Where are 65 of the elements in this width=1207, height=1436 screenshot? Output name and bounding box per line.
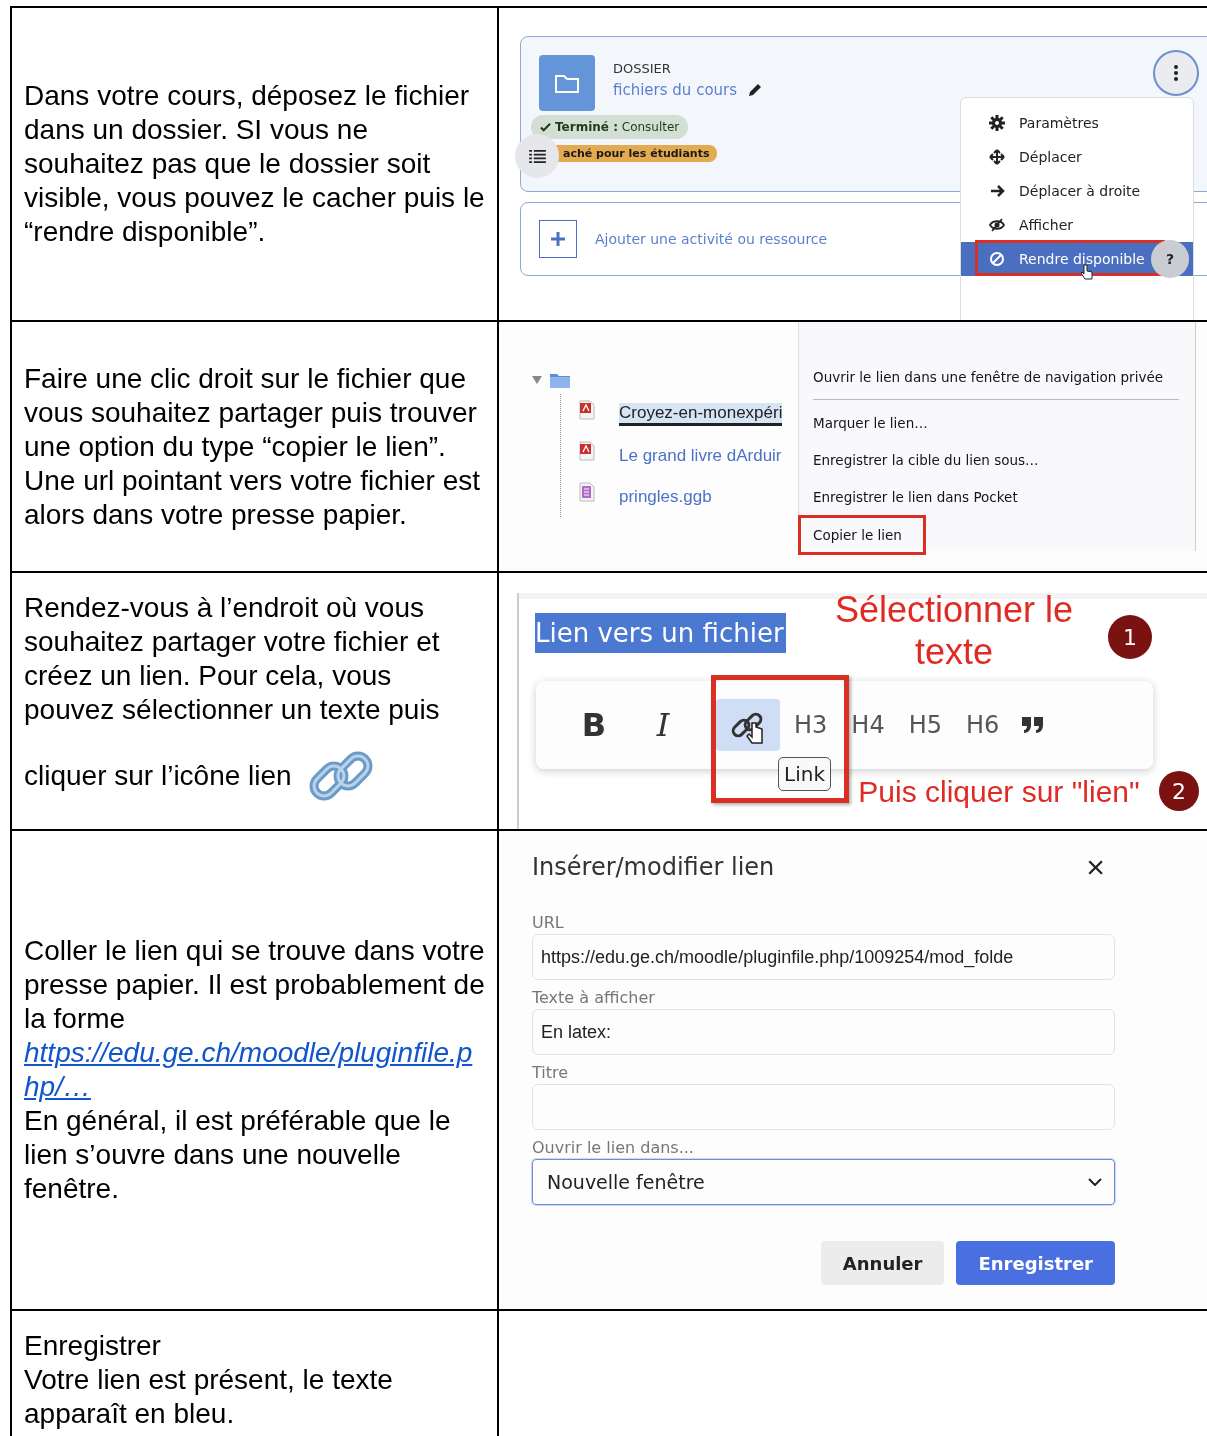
field-label: Texte à afficher — [532, 988, 656, 1007]
collapse-arrow-icon[interactable] — [532, 376, 542, 384]
file-link[interactable]: Croyez-en-monexpéri — [619, 403, 783, 426]
arrow-right-icon — [989, 183, 1005, 199]
folder-icon — [539, 55, 595, 111]
context-menu-item[interactable]: Marquer le lien… — [813, 404, 1195, 441]
instruction-text: cliquer sur l’icône lien — [24, 759, 292, 793]
select-field[interactable]: Nouvelle fenêtre — [532, 1159, 1115, 1205]
dialog-title: Insérer/modifier lien — [532, 853, 775, 881]
instruction-text: Votre lien est présent, le texte apparaît en bleu. — [24, 1363, 394, 1431]
heading-button[interactable]: H6 — [956, 699, 1010, 751]
context-menu-item[interactable]: Enregistrer la cible du lien sous… — [813, 441, 1195, 478]
instruction-text: Rendez-vous à l’endroit où vous souhaitez partager votre fichier et créez un lien. Pour cela, vous pouvez sélectionner un texte puis — [24, 591, 441, 727]
vertical-dots-icon — [1174, 65, 1178, 81]
input-field[interactable] — [532, 1084, 1115, 1130]
move-arrows-icon — [989, 149, 1005, 165]
folder-icon — [550, 372, 570, 388]
activity-type: DOSSIER — [613, 61, 672, 76]
step-number: 2 — [1159, 771, 1199, 811]
annotation-text: Sélectionner le texte — [833, 589, 1075, 673]
field-label: Titre — [532, 1063, 570, 1082]
input-field[interactable]: En latex: — [532, 1009, 1115, 1055]
instruction-text: Dans votre cours, déposez le fichier dans un dossier. SI vous ne souhaitez pas que le dossier soit visible, vous pouvez le cacher puis le “rendre disponible”. — [24, 79, 485, 249]
italic-button[interactable]: I — [628, 699, 698, 751]
file-link[interactable]: Le grand livre dArduir — [619, 445, 782, 466]
cancel-button[interactable]: Annuler — [820, 1241, 945, 1285]
plus-icon — [539, 220, 577, 258]
menu-item[interactable]: Afficher — [961, 208, 1193, 242]
heading-button[interactable]: H5 — [898, 699, 952, 751]
activity-name-link[interactable]: fichiers du cours — [613, 81, 738, 99]
selected-text: Lien vers un fichier — [535, 613, 786, 653]
instruction-text: Coller le lien qui se trouve dans votre presse papier. Il est probablement de la forme — [24, 934, 485, 1036]
save-button[interactable]: Enregistrer — [956, 1241, 1115, 1285]
chevron-down-icon — [1088, 1178, 1102, 1186]
context-menu-item[interactable]: Enregistrer le lien dans Pocket — [813, 478, 1195, 515]
pencil-icon[interactable] — [747, 82, 764, 98]
instruction-text: Enregistrer — [24, 1329, 162, 1363]
gear-icon — [989, 115, 1005, 131]
input-field[interactable]: https://edu.ge.ch/moodle/pluginfile.php/1009254/mod_folde — [532, 934, 1115, 980]
menu-item[interactable]: Paramètres — [961, 106, 1193, 140]
quote-icon — [1021, 716, 1046, 734]
bold-button[interactable]: B — [564, 699, 624, 751]
close-button[interactable]: × — [1076, 851, 1115, 883]
heading-button[interactable]: H4 — [841, 699, 895, 751]
list-icon — [528, 149, 546, 163]
url-link[interactable]: https://edu.ge.ch/moodle/pluginfile.php/… — [24, 1036, 485, 1104]
pdf-file-icon — [577, 399, 595, 420]
annotation-text: Puis cliquer sur "lien" — [857, 775, 1141, 809]
file-icon — [577, 481, 595, 502]
instruction-text: Faire une clic droit sur le fichier que vous souhaitez partager puis trouver une option du type “copier le lien”. Une url pointant vers votre fichier est alors dans votre presse papier. — [24, 361, 481, 532]
link-button[interactable] — [716, 699, 780, 751]
menu-item[interactable]: Déplacer — [961, 140, 1193, 174]
eye-slash-icon — [989, 217, 1005, 233]
field-label: Ouvrir le lien dans... — [532, 1138, 695, 1157]
heading-button[interactable]: H3 — [784, 699, 838, 751]
pdf-file-icon — [577, 440, 595, 461]
ban-icon — [989, 251, 1005, 267]
instruction-text: En général, il est préférable que le lien s’ouvre dans une nouvelle fenêtre. — [24, 1104, 452, 1206]
context-menu-item[interactable]: Copier le lien — [801, 518, 923, 552]
context-menu-item[interactable]: Ouvrir le lien dans une fenêtre de navigation privée — [813, 358, 1195, 395]
step-number: 1 — [1108, 615, 1152, 659]
field-label: URL — [532, 913, 565, 932]
completion-badge: Terminé : Consulter — [531, 115, 689, 139]
file-link[interactable]: pringles.ggb — [619, 486, 712, 507]
tooltip: Link — [778, 757, 831, 791]
